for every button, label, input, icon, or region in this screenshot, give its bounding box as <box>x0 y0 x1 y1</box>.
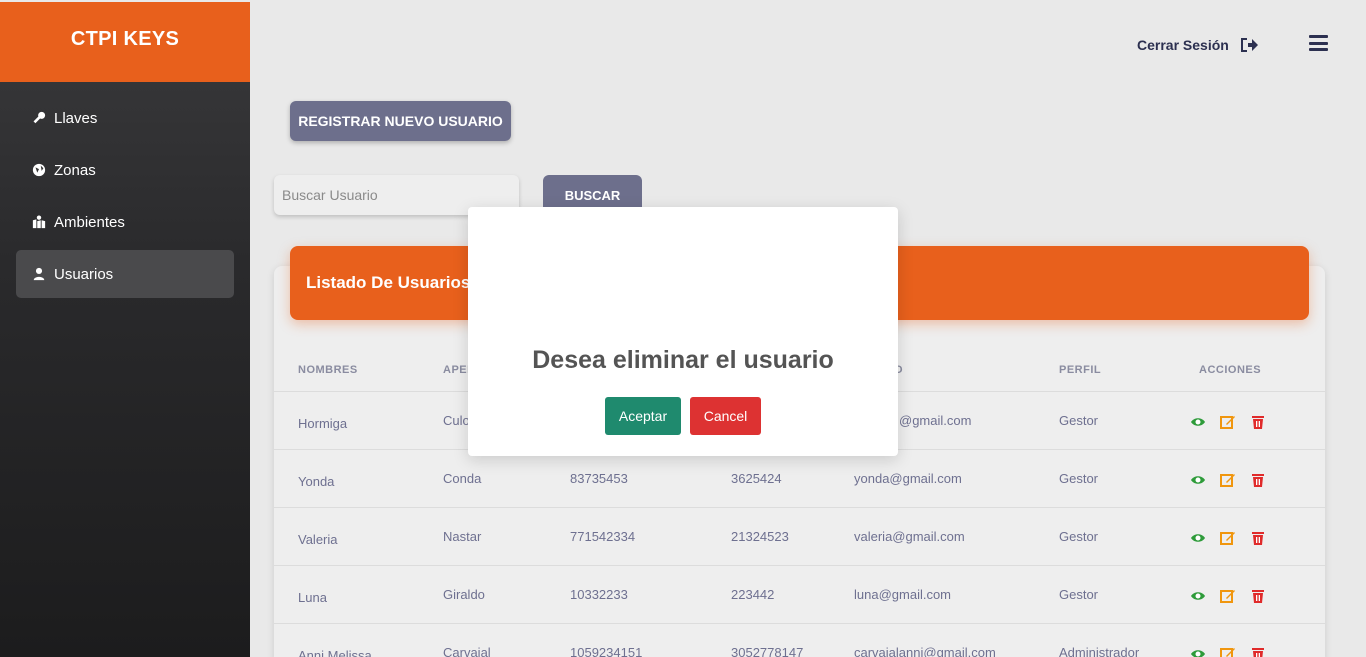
cell-perfil: Gestor <box>1059 413 1099 428</box>
trash-icon[interactable] <box>1250 646 1266 657</box>
sidebar-item-ambientes[interactable]: Ambientes <box>16 198 234 246</box>
cell-telefono: 21324523 <box>731 529 789 544</box>
logout-label: Cerrar Sesión <box>1137 37 1229 53</box>
delete-confirm-dialog: Desea eliminar el usuario Aceptar Cancel <box>468 207 898 456</box>
table-row: Yonda Conda 83735453 3625424 yonda@gmail… <box>274 449 1325 507</box>
cell-documento: 83735453 <box>570 471 628 486</box>
cell-apellido: Carvajal <box>443 645 491 657</box>
sidebar-item-label: Llaves <box>54 109 98 127</box>
column-header-nombres: NOMBRES <box>298 364 358 376</box>
trash-icon[interactable] <box>1250 588 1266 604</box>
edit-icon[interactable] <box>1220 646 1236 657</box>
eye-icon[interactable] <box>1190 530 1206 546</box>
cell-perfil: Administrador <box>1059 645 1140 657</box>
eye-icon[interactable] <box>1190 472 1206 488</box>
eye-icon[interactable] <box>1190 588 1206 604</box>
sidebar-item-label: Zonas <box>54 161 96 179</box>
edit-icon[interactable] <box>1220 530 1236 546</box>
cell-apellido: Nastar <box>443 529 482 544</box>
cell-apellido: Giraldo <box>443 587 485 602</box>
sidebar: CTPI KEYS Llaves Zonas Ambientes Usuario… <box>0 2 250 657</box>
accept-button[interactable]: Aceptar <box>605 397 681 435</box>
edit-icon[interactable] <box>1220 472 1236 488</box>
sidebar-nav: Llaves Zonas Ambientes Usuarios <box>0 82 250 314</box>
edit-icon[interactable] <box>1220 414 1236 430</box>
row-actions <box>1190 472 1266 488</box>
cell-email: luna@gmail.com <box>854 587 952 602</box>
cell-nombre: Anni Melissa <box>298 648 372 657</box>
trash-icon[interactable] <box>1250 472 1266 488</box>
row-actions <box>1190 530 1266 546</box>
brand-logo[interactable]: CTPI KEYS <box>0 2 250 82</box>
cell-email: carvajalanni@gmail.com <box>854 645 996 657</box>
eye-icon[interactable] <box>1190 414 1206 430</box>
cell-apellido: Culo <box>443 413 470 428</box>
column-header-acciones: ACCIONES <box>1199 364 1262 376</box>
sign-out-icon <box>1240 38 1258 52</box>
table-row: Valeria Nastar 771542334 21324523 valeri… <box>274 507 1325 565</box>
dialog-title: Desea eliminar el usuario <box>532 346 834 374</box>
cell-telefono: 223442 <box>731 587 775 602</box>
cell-nombre: Luna <box>298 590 327 605</box>
cell-nombre: Yonda <box>298 474 335 489</box>
menu-icon[interactable] <box>1309 35 1328 51</box>
cell-email: yonda@gmail.com <box>854 471 962 486</box>
row-actions <box>1190 414 1266 430</box>
row-actions <box>1190 646 1266 657</box>
cell-apellido: Conda <box>443 471 482 486</box>
register-user-button[interactable]: REGISTRAR NUEVO USUARIO <box>290 101 511 141</box>
cell-email: valeria@gmail.com <box>854 529 965 544</box>
row-actions <box>1190 588 1266 604</box>
cancel-button[interactable]: Cancel <box>690 397 761 435</box>
column-header-perfil: PERFIL <box>1059 364 1102 376</box>
cell-perfil: Gestor <box>1059 529 1099 544</box>
cell-email: @gmail.com <box>899 413 972 428</box>
cell-telefono: 3052778147 <box>731 645 804 657</box>
trash-icon[interactable] <box>1250 414 1266 430</box>
key-icon <box>33 111 46 124</box>
edit-icon[interactable] <box>1220 588 1236 604</box>
sidebar-item-llaves[interactable]: Llaves <box>16 94 234 142</box>
table-row: Anni Melissa Carvajal 1059234151 3052778… <box>274 623 1325 657</box>
sidebar-item-label: Usuarios <box>54 265 114 283</box>
logout-button[interactable]: Cerrar Sesión <box>1137 36 1259 54</box>
sidebar-item-label: Ambientes <box>54 213 125 231</box>
globe-icon <box>32 163 46 177</box>
sidebar-item-usuarios[interactable]: Usuarios <box>16 250 234 298</box>
eye-icon[interactable] <box>1190 646 1206 657</box>
cell-telefono: 3625424 <box>731 471 782 486</box>
map-icon <box>32 215 46 229</box>
cell-documento: 10332233 <box>570 587 628 602</box>
cell-nombre: Hormiga <box>298 416 348 431</box>
trash-icon[interactable] <box>1250 530 1266 546</box>
cell-perfil: Gestor <box>1059 471 1099 486</box>
sidebar-item-zonas[interactable]: Zonas <box>16 146 234 194</box>
table-row: Luna Giraldo 10332233 223442 luna@gmail.… <box>274 565 1325 623</box>
cell-nombre: Valeria <box>298 532 338 547</box>
cell-perfil: Gestor <box>1059 587 1099 602</box>
cell-documento: 771542334 <box>570 529 636 544</box>
user-icon <box>33 267 45 281</box>
cell-documento: 1059234151 <box>570 645 643 657</box>
